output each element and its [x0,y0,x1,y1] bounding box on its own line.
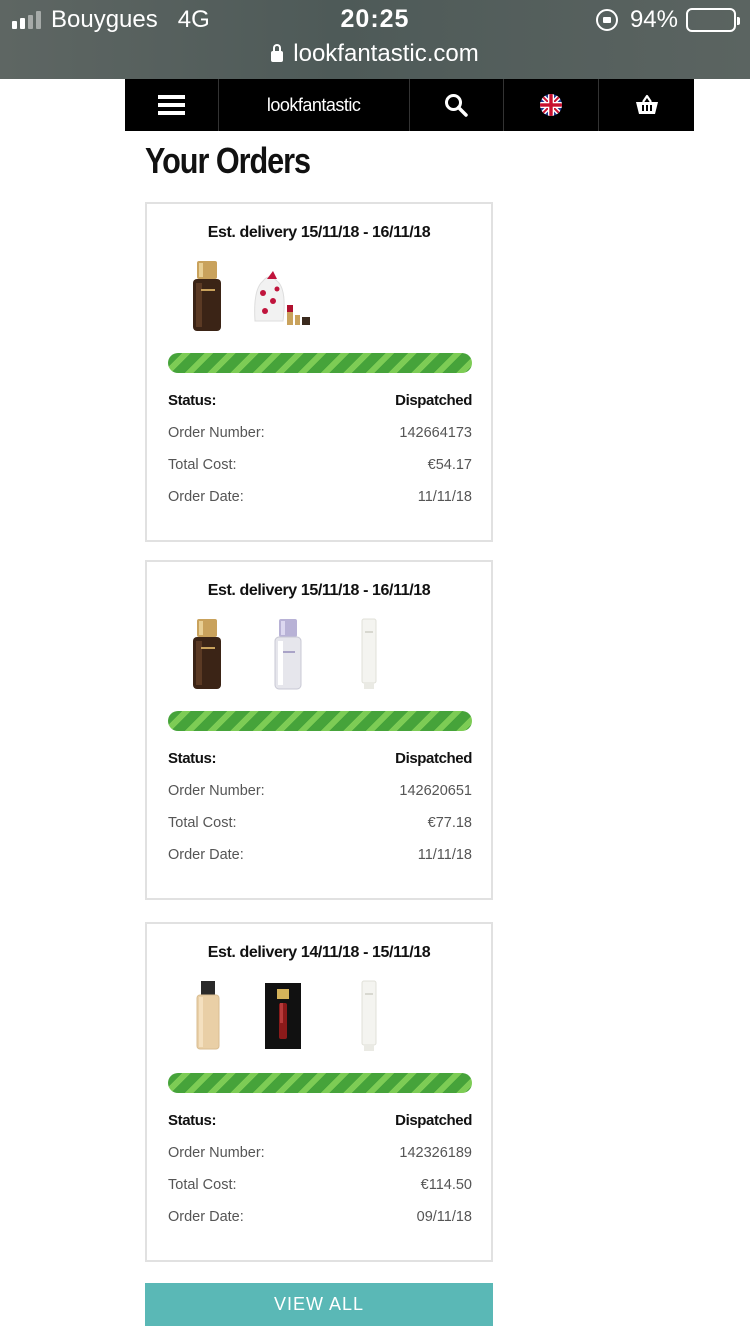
order-number-value: 142664173 [399,425,472,441]
total-cost-value: €54.17 [427,457,472,473]
total-cost-value: €114.50 [420,1177,472,1193]
serum-bottle-icon [193,261,221,331]
order-date-row: Order Date: 11/11/18 [168,489,472,505]
total-cost-label: Total Cost: [168,815,237,831]
url-text: lookfantastic.com [293,40,479,67]
total-cost-value: €77.18 [427,815,472,831]
delivery-progress-bar [168,711,472,731]
basket-button[interactable] [599,79,694,131]
lip-gloss-box-icon [265,983,301,1049]
order-number-value: 142620651 [399,783,472,799]
status-row: Status: Dispatched [168,1112,472,1129]
order-number-label: Order Number: [168,783,265,799]
order-number-label: Order Number: [168,425,265,441]
order-card[interactable]: Est. delivery 14/11/18 - 15/11/18 Status… [145,922,493,1262]
logo-text: lookfantastic [266,94,361,115]
delivery-estimate: Est. delivery 15/11/18 - 16/11/18 [207,582,431,599]
hamburger-menu-icon [157,95,185,115]
status-value: Dispatched [395,392,472,409]
search-icon [445,94,469,117]
progress-fill [168,353,472,373]
order-date-label: Order Date: [168,489,244,505]
padlock-icon [271,43,284,62]
order-date-value: 11/11/18 [417,847,472,863]
product-thumbnails [175,617,475,692]
foundation-bottle-icon [196,981,220,1050]
delivery-progress-bar [168,353,472,373]
order-card[interactable]: Est. delivery 15/11/18 - 16/11/18 Status… [145,202,493,542]
white-serum-bottle-icon [274,619,302,690]
product-thumbnails [175,259,475,334]
order-number-row: Order Number: 142664173 [168,425,472,441]
status-row: Status: Dispatched [168,392,472,409]
battery-percent: 94% [629,6,678,33]
delivery-estimate: Est. delivery 15/11/18 - 16/11/18 [207,224,431,241]
total-cost-row: Total Cost: €54.17 [168,457,472,473]
order-number-row: Order Number: 142620651 [168,783,472,799]
url-bar[interactable]: lookfantastic.com [0,40,750,68]
locale-button[interactable] [504,79,600,131]
order-card[interactable]: Est. delivery 15/11/18 - 16/11/18 Status… [145,560,493,900]
order-date-value: 09/11/18 [416,1209,472,1225]
site-logo[interactable]: lookfantastic [219,79,410,131]
view-all-button[interactable]: VIEW ALL [145,1283,493,1326]
order-number-row: Order Number: 142326189 [168,1145,472,1161]
status-label: Status: [168,750,217,767]
battery-icon [686,8,740,32]
progress-fill [168,711,472,731]
order-date-row: Order Date: 09/11/18 [168,1209,472,1225]
browser-top-bar: Bouygues 4G 20:25 94% lookfantastic.com [0,0,750,79]
menu-button[interactable] [125,79,219,131]
uk-flag-icon [540,94,563,116]
order-date-value: 11/11/18 [417,489,472,505]
status-value: Dispatched [395,750,472,767]
site-header: lookfantastic [125,79,694,131]
status-value: Dispatched [395,1112,472,1129]
order-date-label: Order Date: [168,1209,244,1225]
total-cost-label: Total Cost: [168,457,237,473]
orientation-lock-icon [595,9,618,31]
delivery-estimate: Est. delivery 14/11/18 - 15/11/18 [207,944,431,961]
basket-icon [635,94,658,114]
search-button[interactable] [410,79,505,131]
status-label: Status: [168,392,217,409]
serum-bottle-icon [193,619,221,689]
cream-tube-icon [361,618,377,689]
order-number-value: 142326189 [399,1145,472,1161]
order-date-label: Order Date: [168,847,244,863]
total-cost-row: Total Cost: €77.18 [168,815,472,831]
order-number-label: Order Number: [168,1145,265,1161]
delivery-progress-bar [168,1073,472,1093]
status-label: Status: [168,1112,217,1129]
gift-bag-lipstick-icon [254,271,310,325]
order-date-row: Order Date: 11/11/18 [168,847,472,863]
product-thumbnails [175,979,475,1054]
progress-fill [168,1073,472,1093]
page-title: Your Orders [145,140,311,181]
status-row: Status: Dispatched [168,750,472,767]
total-cost-row: Total Cost: €114.50 [168,1177,472,1193]
status-bar-right: 94% [595,6,740,34]
cream-tube-icon [361,980,377,1051]
total-cost-label: Total Cost: [168,1177,237,1193]
